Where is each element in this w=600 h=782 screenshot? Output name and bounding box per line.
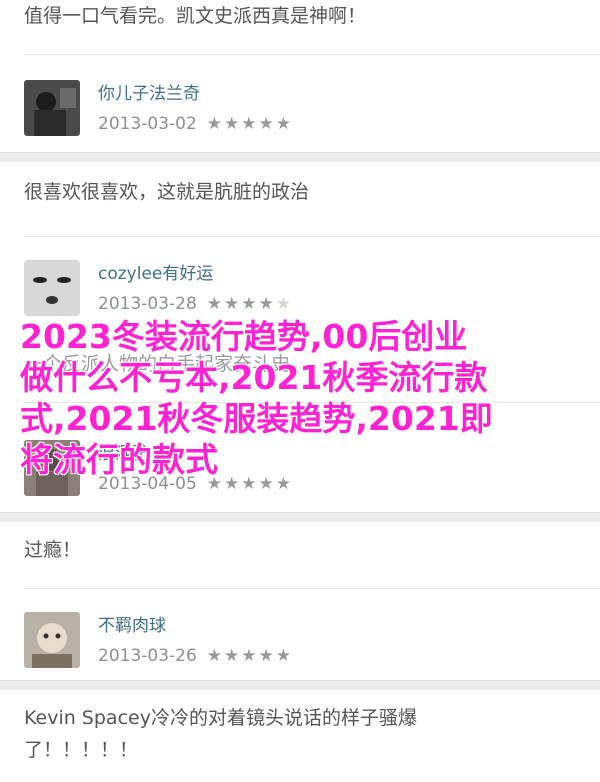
star-icon: ★ xyxy=(206,646,225,666)
avatar[interactable] xyxy=(24,260,80,316)
reviewer-row[interactable]: 不羁肉球 2013-03-26 ★★★★★ xyxy=(24,612,293,668)
star-icon: ★ xyxy=(206,294,225,314)
star-icon: ★ xyxy=(241,294,259,314)
avatar[interactable] xyxy=(24,80,80,136)
star-icon: ★ xyxy=(241,114,259,134)
comment-text: 值得一口气看完。凯文史派西真是神啊！ xyxy=(24,5,367,27)
comment-text: Kevin Spacey冷冷的对着镜头说话的样子骚爆了！！！！！ xyxy=(24,707,417,761)
avatar[interactable] xyxy=(24,612,80,668)
rating-stars: ★★★★★ xyxy=(207,646,293,666)
star-icon: ★ xyxy=(241,646,259,666)
avatar-image xyxy=(24,80,80,136)
username[interactable]: cozylee有好运 xyxy=(98,262,293,286)
divider xyxy=(24,236,600,237)
review-card-4: Kevin Spacey冷冷的对着镜头说话的样子骚爆了！！！！！ xyxy=(0,690,600,782)
divider xyxy=(24,588,600,589)
star-icon: ★ xyxy=(258,114,276,134)
star-icon: ★ xyxy=(224,114,242,134)
star-icon: ★ xyxy=(258,646,276,666)
review-date: 2013-03-02 xyxy=(98,114,197,134)
avatar-image xyxy=(24,260,80,316)
username[interactable]: 不羁肉球 xyxy=(98,614,293,638)
comment-text: 很喜欢很喜欢，这就是肮脏的政治 xyxy=(24,181,310,203)
review-date: 2013-03-26 xyxy=(98,646,197,666)
star-icon: ★ xyxy=(258,294,276,314)
review-card-1: 很喜欢很喜欢，这就是肮脏的政治 cozylee有好运 2013-03-28 ★★… xyxy=(0,162,600,341)
reviewer-row[interactable]: cozylee有好运 2013-03-28 ★★★★★ xyxy=(24,260,293,316)
comment-text: 过瘾！ xyxy=(24,539,82,561)
review-card-3: 过瘾！ 不羁肉球 2013-03-26 ★★★★★ xyxy=(0,522,600,681)
review-card-0: 值得一口气看完。凯文史派西真是神啊！ 你儿子法兰奇 2013-03-02 ★★★… xyxy=(0,0,600,153)
star-icon: ★ xyxy=(224,294,242,314)
star-icon: ★ xyxy=(206,114,225,134)
reviewer-row[interactable]: 你儿子法兰奇 2013-03-02 ★★★★★ xyxy=(24,80,293,136)
rating-stars: ★★★★★ xyxy=(207,294,293,314)
avatar-image xyxy=(24,612,80,668)
divider xyxy=(24,54,600,55)
star-icon: ★ xyxy=(275,294,294,314)
star-icon: ★ xyxy=(224,646,242,666)
rating-stars: ★★★★★ xyxy=(207,114,293,134)
star-icon: ★ xyxy=(275,114,294,134)
username[interactable]: 你儿子法兰奇 xyxy=(98,82,293,106)
review-date: 2013-03-28 xyxy=(98,294,197,314)
star-icon: ★ xyxy=(275,646,294,666)
overlay-caption: 2023冬装流行趋势,00后创业做什么不亏本,2021秋季流行款式,2021秋冬… xyxy=(20,317,493,479)
